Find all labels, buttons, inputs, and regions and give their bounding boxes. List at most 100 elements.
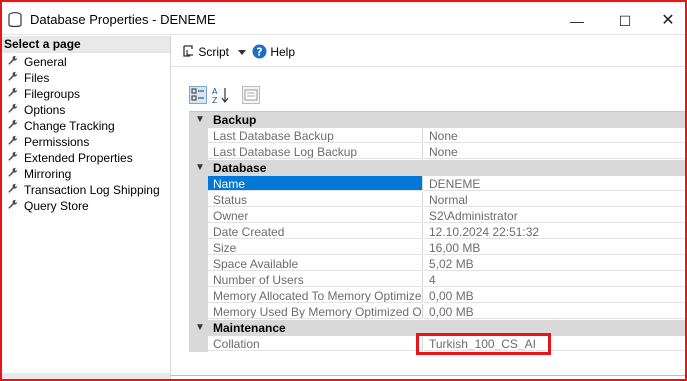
property-name: Number of Users [208, 272, 423, 287]
help-icon: ? [252, 44, 267, 59]
title-separator [0, 34, 687, 35]
script-button[interactable]: Script [181, 44, 247, 60]
property-value: 0,00 MB [424, 288, 685, 303]
chevron-down-icon[interactable] [238, 44, 247, 60]
window-title: Database Properties - DENEME [30, 12, 216, 27]
page-selector-header: Select a page [2, 36, 170, 53]
property-name: Status [208, 192, 423, 207]
property-grid: ▼ Backup Last Database Backup None Last … [189, 111, 685, 354]
title-bar: Database Properties - DENEME — ☐ ✕ [0, 4, 687, 34]
property-row[interactable]: Last Database Log Backup None [189, 144, 685, 160]
row-margin [189, 192, 208, 208]
property-row[interactable]: Owner S2\Administrator [189, 208, 685, 224]
wrench-icon [8, 71, 20, 83]
property-row-selected[interactable]: Name DENEME [189, 176, 685, 192]
category-backup[interactable]: ▼ Backup [189, 112, 685, 128]
property-row[interactable]: Memory Allocated To Memory Optimized Obj… [189, 288, 685, 304]
page-item-label: Permissions [24, 135, 90, 149]
category-label: Maintenance [213, 321, 286, 335]
wrench-icon [8, 199, 20, 211]
property-pages-icon [244, 89, 258, 101]
property-value: 12.10.2024 22:51:32 [424, 224, 685, 239]
grid-bottom-border [171, 375, 685, 376]
page-item-mirroring[interactable]: Mirroring [8, 166, 71, 182]
page-item-general[interactable]: General [8, 54, 67, 70]
script-icon [181, 44, 195, 58]
property-name: Memory Allocated To Memory Optimized Obj… [208, 288, 423, 303]
help-label: Help [270, 45, 296, 59]
page-item-files[interactable]: Files [8, 70, 49, 86]
wrench-icon [8, 167, 20, 179]
category-label: Backup [213, 113, 257, 127]
collapse-icon[interactable]: ▼ [195, 112, 205, 128]
property-value: DENEME [424, 176, 685, 191]
row-margin [189, 304, 208, 320]
collapse-icon[interactable]: ▼ [195, 320, 205, 336]
page-item-transaction-log-shipping[interactable]: Transaction Log Shipping [8, 182, 160, 198]
connection-section-header [2, 373, 170, 379]
page-item-label: Change Tracking [24, 119, 115, 133]
property-name: Memory Used By Memory Optimized Objects [208, 304, 423, 319]
page-item-filegroups[interactable]: Filegroups [8, 86, 80, 102]
property-value: Normal [424, 192, 685, 207]
wrench-icon [8, 151, 20, 163]
page-item-label: General [24, 55, 67, 69]
property-row[interactable]: Last Database Backup None [189, 128, 685, 144]
page-selector-panel: Select a page General Files Filegroups O… [2, 36, 171, 379]
page-item-change-tracking[interactable]: Change Tracking [8, 118, 115, 134]
svg-text:?: ? [256, 46, 262, 59]
property-name: Name [208, 176, 423, 191]
page-item-label: Query Store [24, 199, 89, 213]
page-item-label: Transaction Log Shipping [24, 183, 160, 197]
annotation-highlight-box [416, 333, 551, 355]
wrench-icon [8, 119, 20, 131]
property-name: Collation [208, 336, 423, 351]
row-margin [189, 128, 208, 144]
property-row[interactable]: Size 16,00 MB [189, 240, 685, 256]
property-name: Date Created [208, 224, 423, 239]
property-pages-button[interactable] [242, 86, 260, 104]
wrench-icon [8, 87, 20, 99]
property-name: Size [208, 240, 423, 255]
wrench-icon [8, 103, 20, 115]
categorized-icon [191, 88, 204, 101]
property-row[interactable]: Date Created 12.10.2024 22:51:32 [189, 224, 685, 240]
maximize-button[interactable]: ☐ [603, 8, 647, 34]
row-margin [189, 224, 208, 240]
property-name: Last Database Log Backup [208, 144, 423, 159]
window-top-strip [0, 0, 687, 4]
property-value: 4 [424, 272, 685, 287]
row-margin [189, 208, 208, 224]
property-row[interactable]: Status Normal [189, 192, 685, 208]
close-button[interactable]: ✕ [651, 8, 685, 34]
page-item-label: Filegroups [24, 87, 81, 101]
property-value: 0,00 MB [424, 304, 685, 319]
minimize-button[interactable]: — [555, 8, 599, 34]
categorized-button[interactable] [189, 86, 207, 104]
page-item-permissions[interactable]: Permissions [8, 134, 89, 150]
row-margin [189, 240, 208, 256]
property-row[interactable]: Space Available 5,02 MB [189, 256, 685, 272]
script-label: Script [198, 45, 230, 59]
property-row[interactable]: Number of Users 4 [189, 272, 685, 288]
alphabetical-sort-button[interactable]: A Z [211, 86, 229, 105]
help-button[interactable]: ? Help [252, 44, 295, 60]
toolbar-separator [171, 66, 685, 67]
wrench-icon [8, 135, 20, 147]
wrench-icon [8, 55, 20, 67]
page-item-label: Options [24, 103, 66, 117]
property-name: Owner [208, 208, 423, 223]
page-item-label: Files [24, 71, 50, 85]
property-value: None [424, 128, 685, 143]
property-value: 16,00 MB [424, 240, 685, 255]
category-database[interactable]: ▼ Database [189, 160, 685, 176]
page-item-label: Extended Properties [24, 151, 133, 165]
page-item-extended-properties[interactable]: Extended Properties [8, 150, 133, 166]
page-item-query-store[interactable]: Query Store [8, 198, 89, 214]
collapse-icon[interactable]: ▼ [195, 160, 205, 176]
property-row[interactable]: Memory Used By Memory Optimized Objects … [189, 304, 685, 320]
page-item-options[interactable]: Options [8, 102, 65, 118]
category-label: Database [213, 161, 267, 175]
dialog-toolbar: Script ? Help [171, 36, 685, 66]
property-value: None [424, 144, 685, 159]
